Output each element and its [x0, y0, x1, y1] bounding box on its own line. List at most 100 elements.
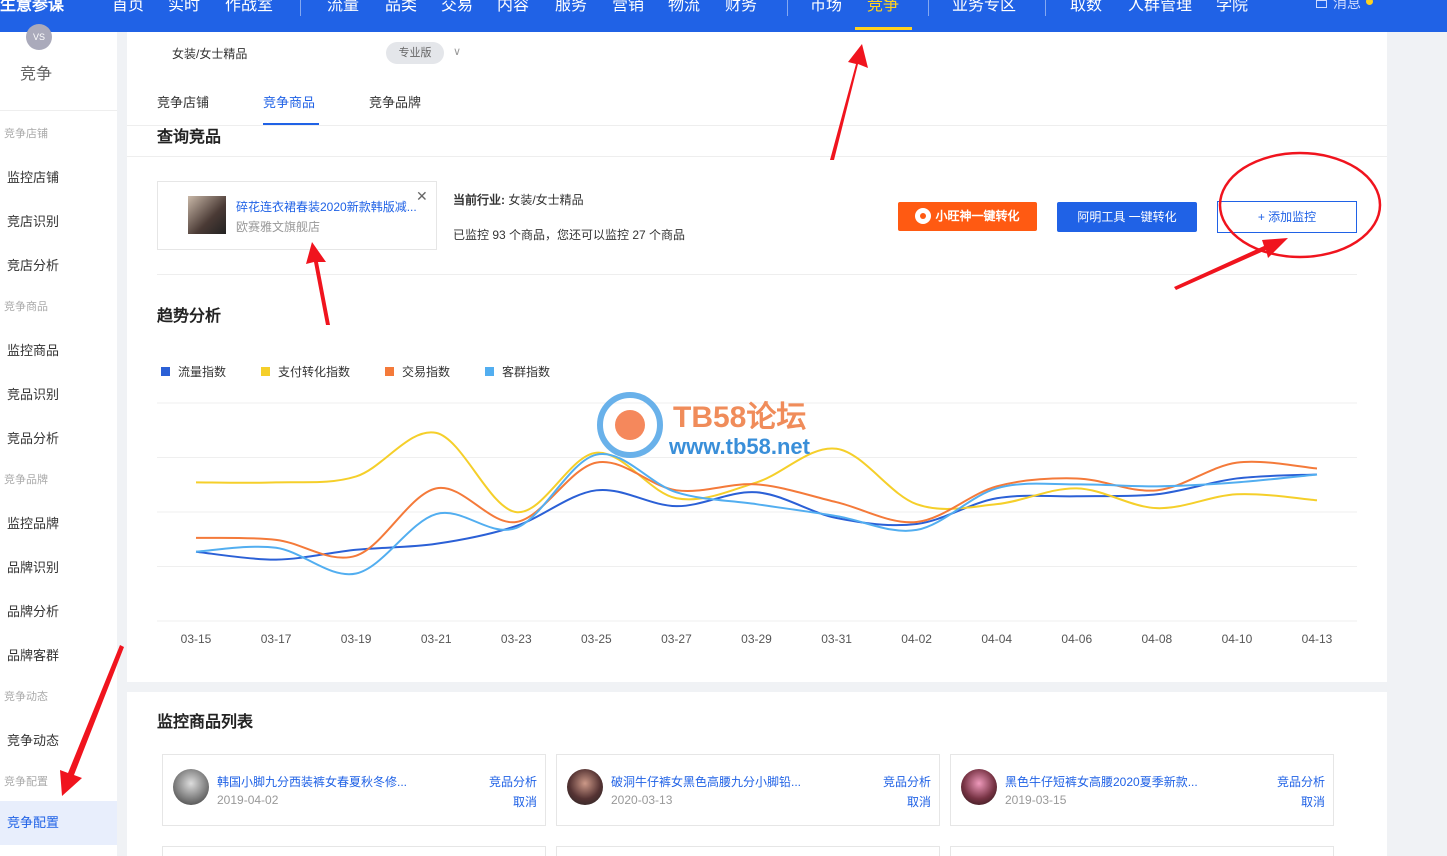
cancel-monitor-link[interactable]: 取消	[513, 793, 537, 810]
industry-label: 当前行业:	[453, 193, 505, 207]
section-title-list: 监控商品列表	[157, 714, 254, 731]
sidebar-group-label: 竞争动态	[4, 691, 48, 703]
analyze-product-link[interactable]: 竞品分析	[883, 773, 931, 790]
list-item-name[interactable]: 黑色牛仔短裤女高腰2020夏季新款...	[1005, 773, 1198, 790]
trend-chart: 03-15 03-17 03-19 03-21 03-23 03-25 03-27 03-29…	[157, 402, 1357, 646]
current-industry: 当前行业: 女装/女士精品	[453, 191, 584, 208]
legend-swatch	[161, 367, 170, 376]
nav-item-competition[interactable]: 竞争	[867, 0, 899, 15]
nav-item-logistics[interactable]: 物流	[668, 0, 700, 15]
product-avatar	[961, 769, 997, 805]
nav-item-category[interactable]: 品类	[385, 0, 417, 15]
mail-icon[interactable]	[1316, 0, 1327, 8]
nav-item-business-zone[interactable]: 业务专区	[952, 0, 1016, 15]
legend-swatch	[385, 367, 394, 376]
nav-item-audience[interactable]: 人群管理	[1128, 0, 1192, 15]
x-tick-label: 03-21	[421, 632, 452, 646]
list-item[interactable]: 破洞牛仔裤女黑色高腰九分小脚铅... 2020-03-13 竞品分析 取消	[556, 754, 940, 826]
sidebar-item-monitor-brand[interactable]: 监控品牌	[7, 513, 59, 532]
sidebar-title: 竞争	[20, 66, 53, 83]
sidebar-group-label: 竞争配置	[4, 776, 48, 788]
monitor-count-text: 已监控 93 个商品，您还可以监控 27 个商品	[453, 228, 686, 242]
nav-item-traffic[interactable]: 流量	[327, 0, 359, 15]
nav-item-warroom[interactable]: 作战室	[225, 0, 273, 15]
list-item[interactable]	[556, 846, 940, 856]
list-item-name[interactable]: 韩国小脚九分西装裤女春夏秋冬修...	[217, 773, 407, 790]
sidebar-item-identify-product[interactable]: 竞品识别	[7, 384, 59, 403]
active-nav-underline	[855, 27, 912, 30]
notification-dot	[1366, 0, 1373, 5]
list-item[interactable]	[950, 846, 1334, 856]
brand-title: 生意参谋	[0, 0, 65, 14]
sidebar-item-analyze-product[interactable]: 竞品分析	[7, 428, 59, 447]
nav-item-home[interactable]: 首页	[112, 0, 144, 15]
header-card: 女装/女士精品 专业版 ∨ 竞争店铺 竞争商品 竞争品牌	[127, 32, 1387, 126]
section-title-query: 查询竞品	[157, 129, 222, 146]
sidebar-item-competition-dynamics[interactable]: 竞争动态	[7, 730, 59, 749]
nav-item-realtime[interactable]: 实时	[168, 0, 200, 15]
nav-item-marketing[interactable]: 营销	[612, 0, 644, 15]
x-tick-label: 04-10	[1222, 632, 1253, 646]
list-item-date: 2019-03-15	[1005, 793, 1067, 807]
section-divider	[127, 156, 1387, 157]
close-icon[interactable]: ✕	[416, 188, 428, 205]
industry-breadcrumb[interactable]: 女装/女士精品	[172, 45, 247, 62]
x-tick-label: 03-23	[501, 632, 532, 646]
sidebar-divider	[0, 110, 117, 111]
nav-item-trade[interactable]: 交易	[441, 0, 473, 15]
sidebar-item-identify-brand[interactable]: 品牌识别	[7, 557, 59, 576]
sidebar-group-label: 竞争品牌	[4, 474, 48, 486]
sidebar-item-analyze-shop[interactable]: 竞店分析	[7, 255, 59, 274]
edition-badge: 专业版	[386, 42, 444, 64]
nav-item-academy[interactable]: 学院	[1216, 0, 1248, 15]
sidebar-group-label: 竞争商品	[4, 301, 48, 313]
legend-label: 流量指数	[178, 365, 227, 379]
analyze-product-link[interactable]: 竞品分析	[489, 773, 537, 790]
nav-item-market[interactable]: 市场	[810, 0, 842, 15]
legend-item-customer[interactable]: 客群指数	[485, 363, 550, 380]
xiaowang-convert-button[interactable]: 小旺神一键转化	[898, 202, 1037, 231]
x-tick-label: 03-31	[821, 632, 852, 646]
sidebar-item-brand-audience[interactable]: 品牌客群	[7, 645, 59, 664]
add-monitor-button[interactable]: + 添加监控	[1217, 201, 1357, 233]
nav-item-service[interactable]: 服务	[555, 0, 587, 15]
sidebar-item-monitor-product[interactable]: 监控商品	[7, 340, 59, 359]
nav-item-finance[interactable]: 财务	[725, 0, 757, 15]
series-line-2	[195, 431, 1318, 514]
list-item-date: 2019-04-02	[217, 793, 279, 807]
x-tick-label: 03-25	[581, 632, 612, 646]
messages-link[interactable]: 消息	[1333, 0, 1361, 13]
nav-item-content[interactable]: 内容	[497, 0, 529, 15]
list-item[interactable]: 黑色牛仔短裤女高腰2020夏季新款... 2019-03-15 竞品分析 取消	[950, 754, 1334, 826]
x-tick-label: 04-02	[901, 632, 932, 646]
legend-label: 交易指数	[402, 365, 451, 379]
cancel-monitor-link[interactable]: 取消	[907, 793, 931, 810]
selected-product-card[interactable]: 碎花连衣裙春装2020新款韩版减... 欧赛雅文旗舰店 ✕	[157, 181, 437, 250]
sidebar-item-competition-config[interactable]: 竞争配置	[0, 801, 117, 845]
nav-separator	[787, 0, 788, 16]
legend-item-trade[interactable]: 交易指数	[385, 363, 450, 380]
sidebar-item-identify-shop[interactable]: 竞店识别	[7, 211, 59, 230]
tab-competing-brands[interactable]: 竞争品牌	[369, 92, 421, 111]
x-tick-label: 03-19	[341, 632, 372, 646]
sidebar-item-analyze-brand[interactable]: 品牌分析	[7, 601, 59, 620]
top-navigation: 生意参谋 首页 实时 作战室 流量 品类 交易 内容 服务 营销 物流 财务 市…	[0, 0, 1447, 32]
tab-competing-products[interactable]: 竞争商品	[263, 92, 315, 111]
legend-item-conversion[interactable]: 支付转化指数	[261, 363, 350, 380]
sidebar-item-monitor-shop[interactable]: 监控店铺	[7, 167, 59, 186]
legend-swatch	[485, 367, 494, 376]
list-item[interactable]: 韩国小脚九分西装裤女春夏秋冬修... 2019-04-02 竞品分析 取消	[162, 754, 546, 826]
legend-label: 客群指数	[502, 365, 551, 379]
cancel-monitor-link[interactable]: 取消	[1301, 793, 1325, 810]
x-tick-label: 03-15	[181, 632, 212, 646]
nav-item-fetch-data[interactable]: 取数	[1070, 0, 1102, 15]
tab-competing-shops[interactable]: 竞争店铺	[157, 92, 209, 111]
list-item-name[interactable]: 破洞牛仔裤女黑色高腰九分小脚铅...	[611, 773, 801, 790]
aming-convert-button[interactable]: 阿明工具 一键转化	[1057, 202, 1197, 232]
list-item[interactable]	[162, 846, 546, 856]
legend-item-traffic[interactable]: 流量指数	[161, 363, 226, 380]
robot-icon	[915, 207, 932, 224]
product-name-link[interactable]: 碎花连衣裙春装2020新款韩版减...	[236, 198, 417, 215]
chevron-down-icon[interactable]: ∨	[453, 45, 461, 58]
analyze-product-link[interactable]: 竞品分析	[1277, 773, 1325, 790]
